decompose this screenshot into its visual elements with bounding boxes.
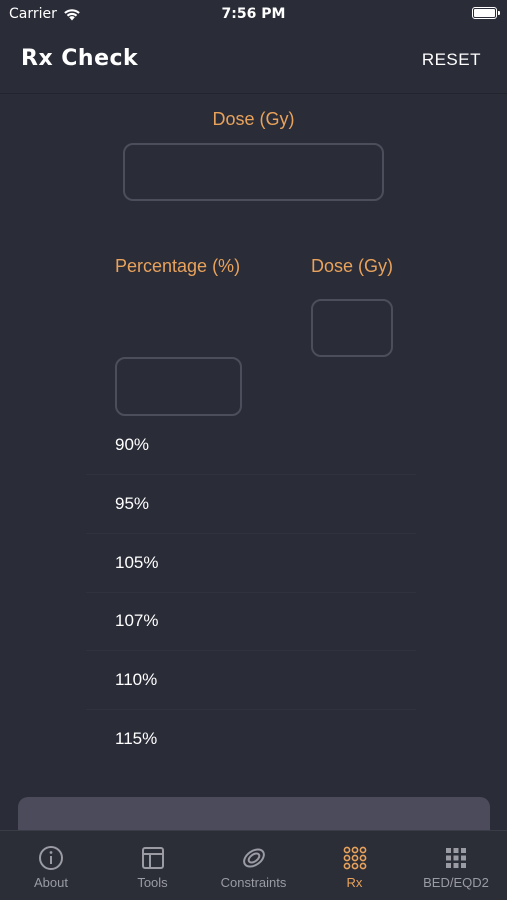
percentage-value: 110% xyxy=(115,670,158,689)
list-item[interactable]: 115% xyxy=(86,711,416,769)
page-title: Rx Check xyxy=(21,46,139,71)
tab-bed-eqd2[interactable]: BED/EQD2 xyxy=(405,831,507,900)
status-time: 7:56 PM xyxy=(221,6,286,22)
info-icon xyxy=(39,846,63,870)
percentage-value: 107% xyxy=(115,611,159,630)
tools-icon xyxy=(141,847,164,869)
battery-icon xyxy=(472,7,500,19)
list-item[interactable]: 95% xyxy=(86,476,416,534)
dose-input[interactable] xyxy=(123,143,384,201)
tab-label: BED/EQD2 xyxy=(423,875,489,890)
list-item[interactable]: 107% xyxy=(86,593,416,651)
navigation-bar: Rx Check RESET xyxy=(0,30,507,94)
tab-about[interactable]: About xyxy=(0,831,102,900)
tab-bar: About Tools Constraints Rx BED/EQD2 xyxy=(0,830,507,900)
status-bar: Carrier 7:56 PM xyxy=(0,0,507,30)
percentage-value: 90% xyxy=(115,435,150,454)
list-item[interactable]: 90% xyxy=(86,417,416,475)
percentage-value: 95% xyxy=(115,494,150,513)
tab-tools[interactable]: Tools xyxy=(102,831,203,900)
tab-label: Rx xyxy=(346,875,363,890)
tab-constraints[interactable]: Constraints xyxy=(203,831,304,900)
list-item[interactable]: 105% xyxy=(86,535,416,593)
percentage-input[interactable] xyxy=(115,357,242,416)
dose-result-input[interactable] xyxy=(311,299,393,357)
bed-grid-icon xyxy=(446,848,466,868)
dose-column-label: Dose (Gy) xyxy=(311,256,394,276)
tab-rx[interactable]: Rx xyxy=(304,831,405,900)
tab-label: About xyxy=(34,875,68,890)
constraints-icon xyxy=(242,848,265,868)
reset-button[interactable]: RESET xyxy=(422,50,481,70)
percentage-label: Percentage (%) xyxy=(115,256,241,276)
tab-label: Constraints xyxy=(220,875,287,890)
tab-label: Tools xyxy=(137,875,168,890)
percentage-value: 115% xyxy=(115,729,158,748)
list-item[interactable]: 110% xyxy=(86,652,416,710)
rx-grid-icon xyxy=(343,846,366,870)
percentage-value: 105% xyxy=(115,553,159,572)
dose-label: Dose (Gy) xyxy=(212,109,295,129)
